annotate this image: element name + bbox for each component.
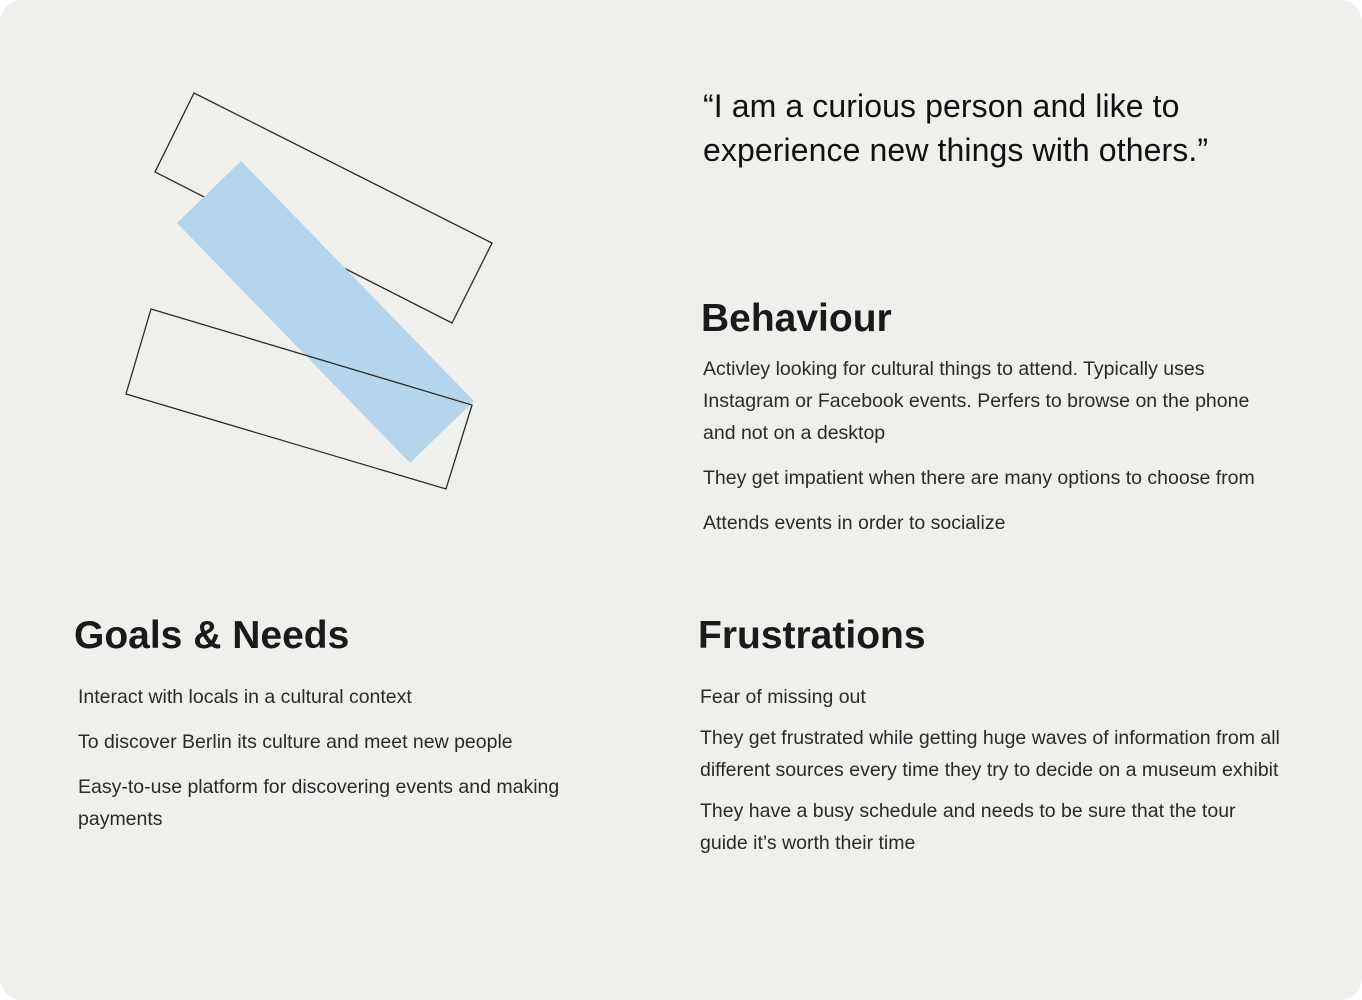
persona-quote-line-2: experience new things with others.” xyxy=(703,132,1209,168)
frustrations-item: They have a busy schedule and needs to b… xyxy=(700,800,1236,854)
frustrations-item: Fear of missing out xyxy=(700,686,866,708)
frustrations-list: Fear of missing out They get frustrated … xyxy=(700,681,1280,868)
behaviour-item: They get impatient when there are many o… xyxy=(703,467,1255,489)
behaviour-title: Behaviour xyxy=(701,297,892,340)
behaviour-item: Activley looking for cultural things to … xyxy=(703,358,1250,444)
persona-quote: “I am a curious person and like to exper… xyxy=(703,84,1323,172)
frustrations-item: They get frustrated while getting huge w… xyxy=(700,727,1280,781)
goals-needs-item: Easy-to-use platform for discovering eve… xyxy=(78,776,560,830)
frustrations-title: Frustrations xyxy=(698,614,926,657)
goals-needs-item: To discover Berlin its culture and meet … xyxy=(78,731,513,753)
behaviour-item: Attends events in order to socialize xyxy=(703,512,1006,534)
behaviour-list: Activley looking for cultural things to … xyxy=(703,353,1263,552)
persona-card: “I am a curious person and like to exper… xyxy=(0,0,1362,1000)
abstract-illustration xyxy=(125,92,493,490)
goals-needs-list: Interact with locals in a cultural conte… xyxy=(78,681,608,848)
persona-quote-line-1: “I am a curious person and like to xyxy=(703,88,1180,124)
goals-needs-title: Goals & Needs xyxy=(74,614,350,657)
goals-needs-item: Interact with locals in a cultural conte… xyxy=(78,686,412,708)
